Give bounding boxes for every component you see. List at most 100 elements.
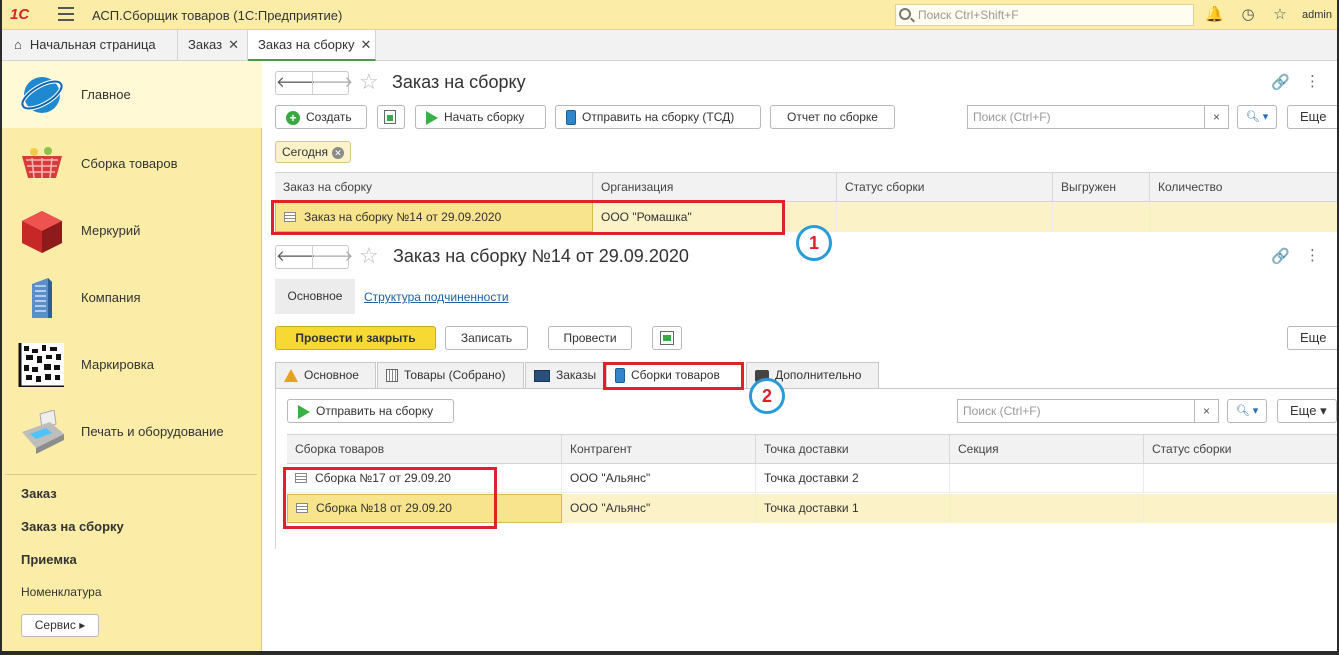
panel-border: [275, 389, 276, 549]
sidebar-link-receiving[interactable]: Приемка: [21, 552, 77, 567]
phone-icon: [566, 110, 576, 126]
assembly-report-button[interactable]: Отчет по сборке: [770, 105, 895, 129]
sub-more-button[interactable]: Еще ▾: [1277, 399, 1337, 423]
basket-icon: [22, 147, 62, 179]
sidebar-section-printing[interactable]: Печать и оборудование: [0, 398, 262, 465]
table-cell[interactable]: [837, 202, 1053, 232]
column-header[interactable]: Организация: [593, 173, 837, 201]
tab-goods-collected[interactable]: Товары (Собрано): [377, 362, 524, 388]
tab-orders[interactable]: Заказы: [525, 362, 605, 388]
window-frame-left: [0, 0, 2, 655]
send-to-tsd-button[interactable]: Отправить на сборку (ТСД): [555, 105, 761, 129]
more-vertical-icon[interactable]: ⋮: [1305, 72, 1320, 90]
start-assembly-button[interactable]: Начать сборку: [415, 105, 546, 129]
tab-main[interactable]: Основное: [275, 362, 376, 388]
table-cell[interactable]: [950, 464, 1144, 492]
filter-chip-today[interactable]: Сегодня ✕: [275, 141, 351, 163]
column-header[interactable]: Точка доставки: [756, 435, 950, 463]
home-icon: ⌂: [14, 37, 22, 52]
table-cell[interactable]: ООО "Альянс": [562, 494, 756, 523]
column-header[interactable]: Контрагент: [562, 435, 756, 463]
search-icon: 🔍︎ ▾: [1235, 405, 1259, 417]
save-button[interactable]: Записать: [445, 326, 528, 350]
clear-search-icon[interactable]: ×: [1195, 399, 1219, 423]
sub-search-input[interactable]: Поиск (Ctrl+F): [957, 399, 1195, 423]
back-arrow-icon[interactable]: 🡐: [276, 72, 316, 94]
column-header[interactable]: Заказ на сборку: [275, 173, 593, 201]
clear-search-icon[interactable]: ×: [1205, 105, 1229, 129]
menu-icon[interactable]: [58, 7, 74, 21]
sidebar-section-assembly[interactable]: Сборка товаров: [0, 130, 262, 197]
form-title: Заказ на сборку №14 от 29.09.2020: [393, 246, 689, 266]
send-to-assembly-button[interactable]: Отправить на сборку: [287, 399, 454, 423]
user-name[interactable]: admin: [1302, 9, 1332, 21]
table-cell[interactable]: [1144, 494, 1337, 523]
column-header[interactable]: Сборка товаров: [287, 435, 562, 463]
building-icon: [32, 278, 52, 318]
print-button[interactable]: [652, 326, 682, 350]
post-button[interactable]: Провести: [548, 326, 632, 350]
search-button[interactable]: 🔍︎ ▾: [1237, 105, 1277, 129]
form-more-button[interactable]: Еще: [1287, 326, 1339, 350]
form-nav-buttons: 🡐🡒: [275, 245, 353, 269]
tab-home[interactable]: ⌂ Начальная страница: [0, 30, 178, 61]
copy-button[interactable]: [377, 105, 405, 129]
form-nav-structure-link[interactable]: Структура подчиненности: [364, 290, 509, 304]
window-frame-bottom: [0, 651, 1339, 655]
service-button[interactable]: Сервис ▸: [21, 614, 99, 637]
search-icon: [899, 8, 911, 20]
close-icon[interactable]: ✕: [228, 37, 239, 52]
table-cell[interactable]: [1144, 464, 1337, 492]
forward-arrow-icon[interactable]: 🡒: [312, 72, 353, 94]
sidebar-section-main[interactable]: Главное: [0, 61, 262, 128]
step-badge: 1: [796, 225, 832, 261]
column-header[interactable]: Статус сборки: [1144, 435, 1337, 463]
tabs-baseline: [275, 388, 1337, 389]
favorite-star-icon[interactable]: ☆: [359, 244, 379, 268]
table-cell[interactable]: ООО "Альянс": [562, 464, 756, 492]
sidebar-section-mercury[interactable]: Меркурий: [0, 197, 262, 264]
star-icon[interactable]: ☆: [1271, 6, 1289, 24]
list-search-input[interactable]: Поиск (Ctrl+F): [967, 105, 1205, 129]
search-button[interactable]: 🔍︎ ▾: [1227, 399, 1267, 423]
sidebar-link-nomenclature[interactable]: Номенклатура: [21, 585, 102, 599]
form-nav-main[interactable]: Основное: [275, 279, 355, 314]
bell-icon[interactable]: 🔔: [1205, 6, 1224, 24]
table-cell[interactable]: [1150, 202, 1337, 232]
search-icon: 🔍︎ ▾: [1245, 111, 1269, 123]
link-icon[interactable]: 🔗: [1271, 73, 1290, 91]
favorite-star-icon[interactable]: ☆: [359, 70, 379, 94]
column-header[interactable]: Секция: [950, 435, 1144, 463]
sub-table-header: Сборка товаров Контрагент Точка доставки…: [287, 434, 1337, 464]
column-header[interactable]: Количество: [1150, 173, 1337, 201]
tab-order[interactable]: Заказ ✕: [178, 30, 248, 61]
sidebar-section-company[interactable]: Компания: [0, 264, 262, 331]
globe-icon: [20, 77, 64, 113]
table-cell[interactable]: [1053, 202, 1150, 232]
sidebar-link-order[interactable]: Заказ: [21, 486, 57, 501]
list-nav-buttons: 🡐🡒: [275, 71, 353, 95]
close-icon[interactable]: ✕: [360, 37, 371, 52]
post-and-close-button[interactable]: Провести и закрыть: [275, 326, 436, 350]
remove-filter-icon[interactable]: ✕: [332, 146, 344, 159]
list-more-button[interactable]: Еще: [1287, 105, 1339, 129]
datamatrix-icon: [18, 343, 64, 387]
sidebar-link-assembly-order[interactable]: Заказ на сборку: [21, 519, 124, 534]
forward-arrow-icon[interactable]: 🡒: [312, 246, 353, 268]
column-header[interactable]: Статус сборки: [837, 173, 1053, 201]
tab-assembly-order[interactable]: Заказ на сборку ✕: [248, 30, 376, 61]
list-table-header: Заказ на сборку Организация Статус сборк…: [275, 172, 1337, 202]
global-search-input[interactable]: Поиск Ctrl+Shift+F: [895, 4, 1194, 26]
column-header[interactable]: Выгружен: [1053, 173, 1150, 201]
table-cell[interactable]: [950, 494, 1144, 523]
table-cell[interactable]: Точка доставки 2: [756, 464, 950, 492]
play-icon: [426, 110, 438, 125]
plus-icon: +: [286, 110, 300, 125]
back-arrow-icon[interactable]: 🡐: [276, 246, 316, 268]
table-cell[interactable]: Точка доставки 1: [756, 494, 950, 523]
more-vertical-icon[interactable]: ⋮: [1305, 246, 1320, 264]
link-icon[interactable]: 🔗: [1271, 247, 1290, 265]
sidebar-section-marking[interactable]: Маркировка: [0, 331, 262, 398]
history-icon[interactable]: ◷: [1239, 6, 1257, 24]
create-button[interactable]: + Создать: [275, 105, 367, 129]
